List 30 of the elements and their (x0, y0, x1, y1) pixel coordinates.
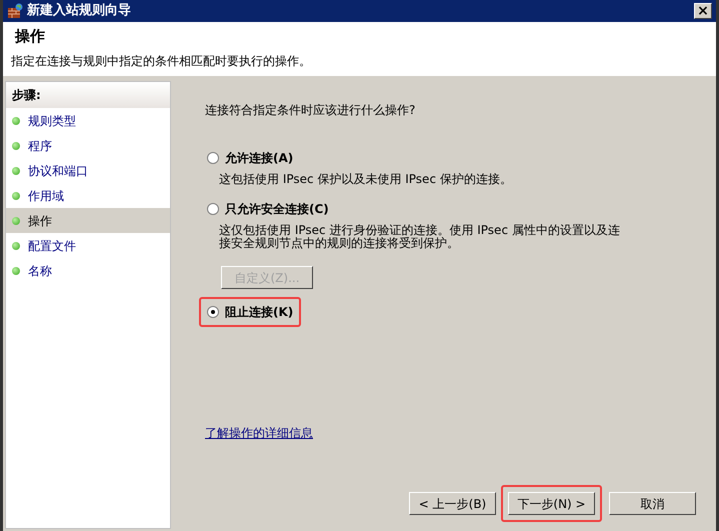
close-button[interactable]: × (694, 3, 712, 19)
step-item[interactable]: 名称 (6, 258, 170, 283)
status-dot-icon (12, 266, 20, 274)
status-dot-icon (12, 166, 20, 174)
wizard-button[interactable]: < 上一步(B) (409, 492, 496, 515)
step-item[interactable]: 程序 (6, 133, 170, 158)
radio-option[interactable]: 只允许安全连接(C) (199, 194, 337, 224)
step-item[interactable]: 操作 (6, 208, 170, 233)
step-item[interactable]: 规则类型 (6, 108, 170, 133)
steps-header: 步骤: (6, 82, 170, 108)
page-description: 指定在连接与规则中指定的条件相匹配时要执行的操作。 (11, 53, 312, 70)
status-dot-icon (12, 116, 20, 124)
option-description: 这仅包括使用 IPsec 进行身份验证的连接。使用 IPsec 属性中的设置以及连接安全规则节点中的规则的连接将受到保护。 (219, 224, 621, 250)
question-text: 连接符合指定条件时应该进行什么操作? (205, 102, 416, 119)
option-description: 这包括使用 IPsec 保护以及未使用 IPsec 保护的连接。 (219, 173, 513, 186)
help-link[interactable]: 了解操作的详细信息 (205, 426, 313, 440)
step-item[interactable]: 协议和端口 (6, 158, 170, 183)
status-dot-icon (12, 242, 20, 250)
step-item[interactable]: 配置文件 (6, 233, 170, 258)
status-dot-icon (12, 216, 20, 224)
status-dot-icon (12, 192, 20, 200)
firewall-icon (7, 3, 23, 19)
radio-option[interactable]: 阻止连接(K) (199, 297, 302, 327)
page-title: 操作 (15, 27, 46, 45)
window-title: 新建入站规则向导 (27, 2, 131, 20)
wizard-button[interactable]: 取消 (609, 492, 696, 515)
wizard-button[interactable]: 下一步(N) > (508, 492, 595, 515)
status-dot-icon (12, 142, 20, 150)
radio-option[interactable]: 允许连接(A) (199, 143, 302, 173)
step-item[interactable]: 作用域 (6, 183, 170, 208)
